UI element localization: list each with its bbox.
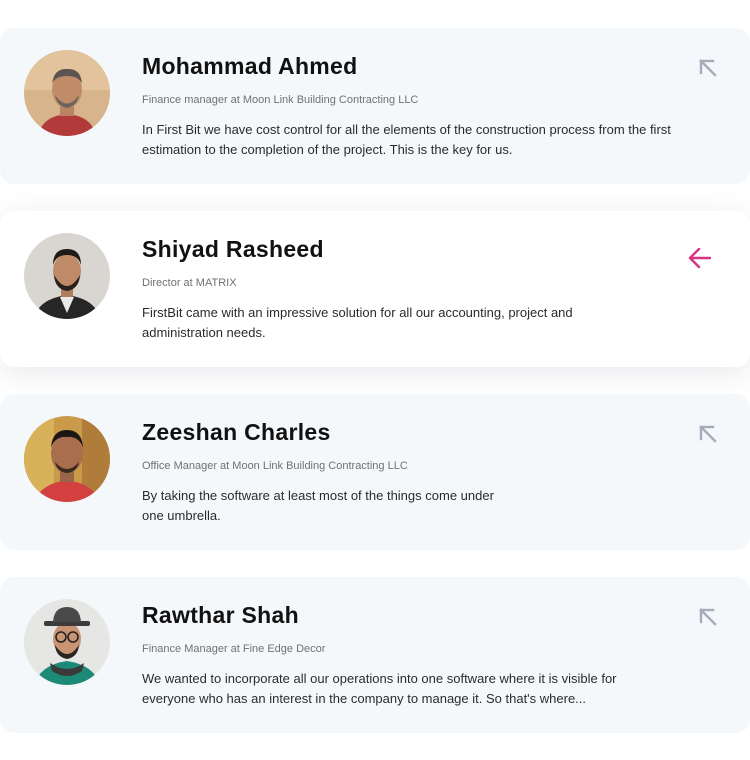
testimonial-quote: In First Bit we have cost control for al… <box>142 122 671 157</box>
testimonial-card-active[interactable]: Shiyad Rasheed Director at MATRIX FirstB… <box>0 211 750 367</box>
testimonial-card[interactable]: Mohammad Ahmed Finance manager at Moon L… <box>0 28 750 184</box>
testimonial-name: Shiyad Rasheed <box>142 236 324 262</box>
testimonial-quote: FirstBit came with an impressive solutio… <box>142 305 573 340</box>
arrow-left-icon[interactable] <box>686 244 714 272</box>
testimonial-name: Rawthar Shah <box>142 602 299 628</box>
testimonial-role: Office Manager at Moon Link Building Con… <box>142 460 408 472</box>
testimonial-card[interactable]: Rawthar Shah Finance Manager at Fine Edg… <box>0 577 750 733</box>
avatar <box>24 416 110 502</box>
avatar <box>24 599 110 685</box>
testimonial-role: Director at MATRIX <box>142 277 237 289</box>
testimonial-name: Mohammad Ahmed <box>142 53 358 79</box>
avatar <box>24 50 110 136</box>
arrow-up-left-icon[interactable] <box>694 603 722 631</box>
testimonial-role: Finance Manager at Fine Edge Decor <box>142 643 326 655</box>
testimonial-name: Zeeshan Charles <box>142 419 331 445</box>
arrow-up-left-icon[interactable] <box>694 420 722 448</box>
testimonial-quote: By taking the software at least most of … <box>142 488 494 523</box>
arrow-up-left-icon[interactable] <box>694 54 722 82</box>
testimonial-card[interactable]: Zeeshan Charles Office Manager at Moon L… <box>0 394 750 550</box>
testimonial-quote: We wanted to incorporate all our operati… <box>142 671 617 706</box>
testimonial-role: Finance manager at Moon Link Building Co… <box>142 94 419 106</box>
avatar <box>24 233 110 319</box>
